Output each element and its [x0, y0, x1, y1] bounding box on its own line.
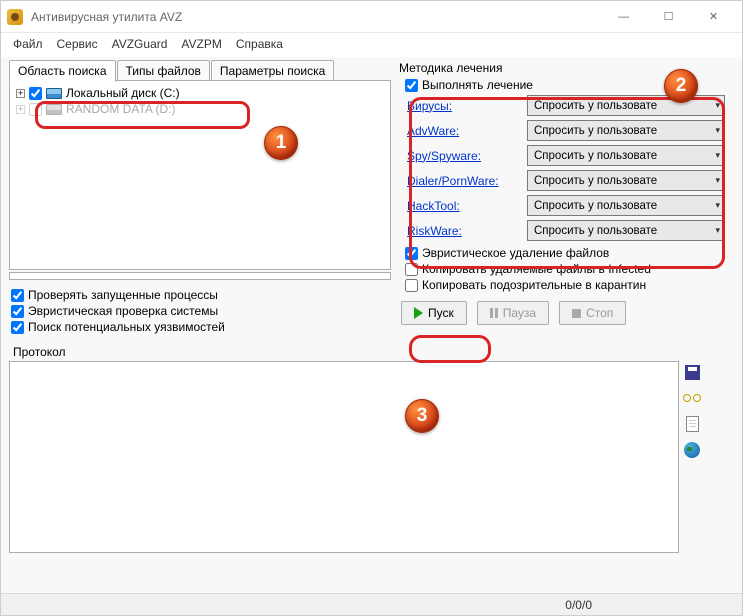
check-copy-quarantine[interactable]	[405, 279, 418, 292]
check-perform-cure[interactable]	[405, 79, 418, 92]
check-heuristic[interactable]	[11, 305, 24, 318]
glasses-icon[interactable]	[683, 389, 701, 407]
check-heuristic-label: Эвристическая проверка системы	[28, 304, 218, 318]
threat-hacktool-link[interactable]: HackTool:	[407, 199, 515, 213]
tree-row-d[interactable]: + RANDOM DATA (D:)	[14, 101, 386, 117]
annotation-callout-1: 1	[264, 126, 298, 160]
tree-checkbox-d[interactable]	[29, 103, 42, 116]
tree-row-c[interactable]: + Локальный диск (C:)	[14, 85, 386, 101]
window-title: Антивирусная утилита AVZ	[31, 10, 601, 24]
side-tools	[683, 361, 701, 553]
protocol-label: Протокол	[13, 345, 742, 359]
left-tabs: Область поиска Типы файлов Параметры пои…	[9, 59, 391, 81]
stop-icon	[572, 309, 581, 318]
tree-label: Локальный диск (C:)	[66, 86, 180, 100]
check-processes-label: Проверять запущенные процессы	[28, 288, 218, 302]
drive-icon	[46, 104, 62, 115]
threat-spyware-link[interactable]: Spy/Spyware:	[407, 149, 515, 163]
tab-search-params[interactable]: Параметры поиска	[211, 60, 334, 82]
check-copy-infected-label: Копировать удаляемые файлы в Infected	[422, 262, 651, 276]
check-copy-infected[interactable]	[405, 263, 418, 276]
chevron-down-icon: ▾	[715, 150, 720, 161]
tree-label: RANDOM DATA (D:)	[66, 102, 176, 116]
menu-avzguard[interactable]: AVZGuard	[112, 37, 168, 51]
tree-checkbox-c[interactable]	[29, 87, 42, 100]
threat-dialer-link[interactable]: Dialer/PornWare:	[407, 174, 515, 188]
threat-riskware-link[interactable]: RiskWare:	[407, 224, 515, 238]
dropdown-riskware[interactable]: Спросить у пользовате▾	[527, 220, 725, 241]
drive-tree: + Локальный диск (C:) + RANDOM DATA (D:)	[9, 80, 391, 270]
chevron-down-icon: ▾	[715, 125, 720, 136]
close-button[interactable]: ✕	[691, 3, 736, 31]
check-processes[interactable]	[11, 289, 24, 302]
check-vuln[interactable]	[11, 321, 24, 334]
tab-search-area[interactable]: Область поиска	[9, 60, 116, 82]
annotation-callout-2: 2	[664, 69, 698, 103]
minimize-button[interactable]: —	[601, 3, 646, 31]
chevron-down-icon: ▾	[715, 175, 720, 186]
doc-icon[interactable]	[683, 415, 701, 433]
drive-icon	[46, 88, 62, 99]
pause-button[interactable]: Пауза	[477, 301, 549, 325]
dropdown-hacktool[interactable]: Спросить у пользовате▾	[527, 195, 725, 216]
dropdown-advware[interactable]: Спросить у пользовате▾	[527, 120, 725, 141]
dropdown-spyware[interactable]: Спросить у пользовате▾	[527, 145, 725, 166]
check-heur-delete[interactable]	[405, 247, 418, 260]
start-button[interactable]: Пуск	[401, 301, 467, 325]
protocol-text-area[interactable]	[9, 361, 679, 553]
perform-cure-label: Выполнять лечение	[422, 78, 533, 92]
play-icon	[414, 307, 423, 319]
path-field[interactable]	[9, 272, 391, 280]
app-icon	[7, 9, 23, 25]
menu-avzpm[interactable]: AVZPM	[181, 37, 221, 51]
stop-button[interactable]: Стоп	[559, 301, 626, 325]
menu-service[interactable]: Сервис	[57, 37, 98, 51]
dropdown-dialer[interactable]: Спросить у пользовате▾	[527, 170, 725, 191]
chevron-down-icon: ▾	[715, 200, 720, 211]
threat-advware-link[interactable]: AdvWare:	[407, 124, 515, 138]
check-vuln-label: Поиск потенциальных уязвимостей	[28, 320, 225, 334]
save-icon[interactable]	[683, 363, 701, 381]
menu-file[interactable]: Файл	[13, 37, 43, 51]
threat-viruses-link[interactable]: Вирусы:	[407, 99, 515, 113]
pause-icon	[490, 308, 498, 318]
check-heur-delete-label: Эвристическое удаление файлов	[422, 246, 609, 260]
maximize-button[interactable]: ☐	[646, 3, 691, 31]
menubar: Файл Сервис AVZGuard AVZPM Справка	[1, 33, 742, 57]
titlebar: Антивирусная утилита AVZ — ☐ ✕	[1, 1, 742, 33]
chevron-down-icon: ▾	[715, 225, 720, 236]
check-copy-quarantine-label: Копировать подозрительные в карантин	[422, 278, 646, 292]
expand-icon[interactable]: +	[16, 105, 25, 114]
expand-icon[interactable]: +	[16, 89, 25, 98]
annotation-callout-3: 3	[405, 399, 439, 433]
menu-help[interactable]: Справка	[236, 37, 283, 51]
chevron-down-icon: ▾	[715, 100, 720, 111]
tab-file-types[interactable]: Типы файлов	[117, 60, 210, 82]
status-counters: 0/0/0	[565, 598, 592, 612]
dropdown-viruses[interactable]: Спросить у пользовате▾	[527, 95, 725, 116]
statusbar: 0/0/0	[1, 593, 742, 615]
globe-icon[interactable]	[683, 441, 701, 459]
